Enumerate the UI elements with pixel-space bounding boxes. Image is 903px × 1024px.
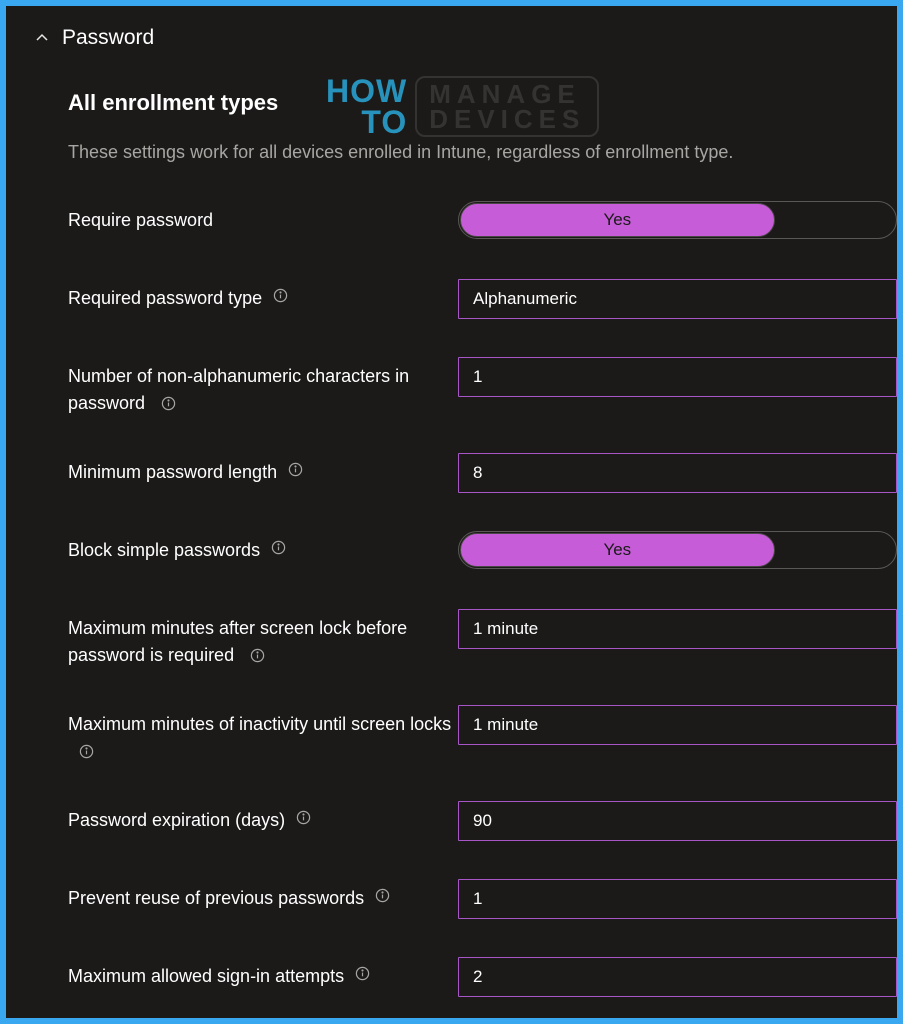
expiration-label: Password expiration (days)	[68, 807, 285, 834]
expiration-input[interactable]: 90	[458, 801, 897, 841]
require-password-yes[interactable]: Yes	[460, 203, 775, 237]
max-after-lock-label: Maximum minutes after screen lock before…	[68, 618, 407, 665]
setting-prevent-reuse: Prevent reuse of previous passwords 1	[68, 879, 897, 921]
section-header[interactable]: Password	[26, 26, 897, 50]
block-simple-yes[interactable]: Yes	[460, 533, 775, 567]
setting-max-attempts: Maximum allowed sign-in attempts 2	[68, 957, 897, 999]
max-inactivity-label: Maximum minutes of inactivity until scre…	[68, 714, 451, 734]
min-length-input[interactable]: 8	[458, 453, 897, 493]
block-simple-other[interactable]	[776, 532, 896, 568]
password-type-value: Alphanumeric	[473, 289, 577, 309]
non-alphanumeric-dropdown[interactable]: 1	[458, 357, 897, 397]
prevent-reuse-input[interactable]: 1	[458, 879, 897, 919]
min-length-value: 8	[473, 463, 482, 483]
block-simple-toggle[interactable]: Yes	[458, 531, 897, 569]
subsection-title: All enrollment types	[68, 90, 897, 116]
non-alphanumeric-value: 1	[473, 367, 482, 387]
prevent-reuse-value: 1	[473, 889, 482, 909]
password-type-dropdown[interactable]: Alphanumeric	[458, 279, 897, 319]
max-inactivity-dropdown[interactable]: 1 minute	[458, 705, 897, 745]
non-alphanumeric-label: Number of non-alphanumeric characters in…	[68, 366, 409, 413]
password-type-label: Required password type	[68, 285, 262, 312]
info-icon[interactable]	[160, 396, 176, 412]
setting-max-after-lock: Maximum minutes after screen lock before…	[68, 609, 897, 669]
setting-block-simple: Block simple passwords Yes	[68, 531, 897, 573]
subsection-description: These settings work for all devices enro…	[68, 140, 897, 165]
info-icon[interactable]	[287, 461, 303, 477]
block-simple-label: Block simple passwords	[68, 537, 260, 564]
setting-expiration: Password expiration (days) 90	[68, 801, 897, 843]
info-icon[interactable]	[295, 809, 311, 825]
settings-content: All enrollment types These settings work…	[26, 90, 897, 1018]
max-attempts-dropdown[interactable]: 2	[458, 957, 897, 997]
max-after-lock-value: 1 minute	[473, 619, 538, 639]
info-icon[interactable]	[78, 744, 94, 760]
password-settings-panel: HOW TO MANAGE DEVICES Password All enrol…	[6, 6, 897, 1018]
max-inactivity-value: 1 minute	[473, 715, 538, 735]
setting-min-length: Minimum password length 8	[68, 453, 897, 495]
info-icon[interactable]	[270, 539, 286, 555]
info-icon[interactable]	[354, 965, 370, 981]
info-icon[interactable]	[374, 887, 390, 903]
setting-password-type: Required password type Alphanumeric	[68, 279, 897, 321]
require-password-toggle[interactable]: Yes	[458, 201, 897, 239]
require-password-other[interactable]	[776, 202, 896, 238]
min-length-label: Minimum password length	[68, 459, 277, 486]
chevron-up-icon[interactable]	[34, 30, 50, 46]
max-attempts-value: 2	[473, 967, 482, 987]
max-after-lock-dropdown[interactable]: 1 minute	[458, 609, 897, 649]
expiration-value: 90	[473, 811, 492, 831]
info-icon[interactable]	[272, 287, 288, 303]
setting-max-inactivity: Maximum minutes of inactivity until scre…	[68, 705, 897, 765]
section-title: Password	[62, 26, 154, 50]
info-icon[interactable]	[249, 648, 265, 664]
require-password-label: Require password	[68, 207, 213, 234]
prevent-reuse-label: Prevent reuse of previous passwords	[68, 885, 364, 912]
max-attempts-label: Maximum allowed sign-in attempts	[68, 963, 344, 990]
setting-require-password: Require password Yes	[68, 201, 897, 243]
setting-non-alphanumeric: Number of non-alphanumeric characters in…	[68, 357, 897, 417]
